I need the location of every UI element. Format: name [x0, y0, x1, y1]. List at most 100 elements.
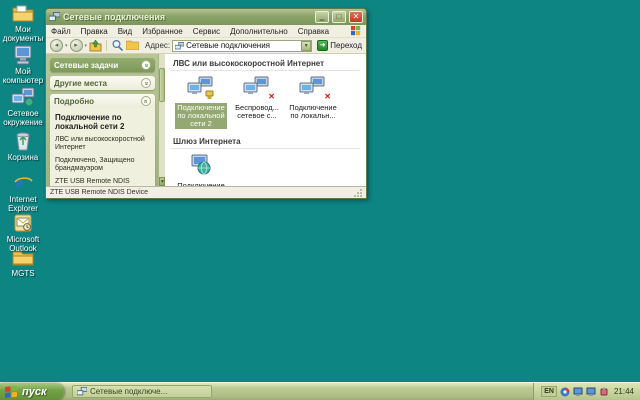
task-sidebar: Сетевые задачи Другие места Подробно Под…	[46, 54, 158, 186]
other-places-title: Другие места	[54, 79, 107, 88]
desktop-icon-label: Корзина	[0, 153, 46, 162]
windows-logo-icon	[351, 26, 361, 36]
desktop-icon-my-computer[interactable]: Мой компьютер	[0, 44, 46, 85]
connection-label: Подключение к Интернету	[175, 181, 227, 186]
desktop-icon-label: Мой компьютер	[0, 67, 46, 85]
menu-file[interactable]: Файл	[51, 27, 71, 36]
window-titlebar[interactable]: Сетевые подключения	[46, 9, 366, 25]
search-icon	[111, 39, 124, 52]
address-dropdown-button[interactable]	[301, 41, 311, 51]
desktop-icon-network-places[interactable]: Сетевое окружение	[0, 86, 46, 127]
my-computer-icon	[11, 44, 35, 66]
minimize-button[interactable]	[315, 11, 329, 23]
my-documents-icon	[11, 2, 35, 24]
gateway-items-row: Подключение к Интернету	[171, 149, 360, 186]
panel-other-places: Другие места	[50, 76, 155, 90]
desktop-icon-internet-explorer[interactable]: e Internet Explorer	[0, 172, 46, 213]
address-bar[interactable]: Сетевые подключения	[172, 40, 312, 52]
window-icon	[49, 12, 60, 22]
details-body: Подключение по локальной сети 2 ЛВС или …	[50, 108, 155, 186]
status-bar: ZTE USB Remote NDIS Device	[46, 186, 366, 198]
chevron-down-icon[interactable]	[141, 78, 151, 88]
sidebar-scrollbar[interactable]	[158, 54, 165, 186]
address-value: Сетевые подключения	[186, 41, 299, 50]
menu-tools[interactable]: Сервис	[193, 27, 220, 36]
system-tray: EN 21:44	[533, 383, 640, 400]
forward-dropdown-icon[interactable]: ▾	[85, 43, 88, 49]
lan-items-row: Подключение по локальной сети 2 Беспрово…	[171, 71, 360, 135]
disconnected-x-icon	[268, 93, 275, 101]
back-dropdown-icon[interactable]: ▾	[65, 43, 68, 49]
close-button[interactable]	[349, 11, 363, 23]
connection-wireless[interactable]: Беспровод... сетевое с...	[231, 75, 283, 129]
menu-favorites[interactable]: Избранное	[142, 27, 183, 36]
connection-lan-2[interactable]: Подключение по локальной сети 2	[175, 75, 227, 129]
connection-lan-disconnected[interactable]: Подключение по локальн...	[287, 75, 339, 129]
forward-button[interactable]	[70, 39, 83, 52]
wireless-connection-icon	[231, 75, 283, 101]
recycle-bin-icon	[11, 130, 35, 152]
search-button[interactable]	[111, 39, 124, 52]
desktop-icon-recycle-bin[interactable]: Корзина	[0, 130, 46, 162]
tray-network-icon[interactable]	[573, 387, 583, 397]
network-tasks-title: Сетевые задачи	[54, 61, 118, 70]
taskbar-item-network-connections[interactable]: Сетевые подключе...	[72, 385, 212, 398]
address-label: Адрес:	[145, 41, 170, 50]
internet-gateway-icon	[175, 153, 227, 179]
details-heading: Подключение по локальной сети 2	[55, 113, 150, 131]
task-label: Сетевые подключе...	[90, 387, 167, 396]
network-connections-window: Сетевые подключения Файл Правка Вид Избр…	[45, 8, 367, 199]
start-label: пуск	[22, 386, 47, 398]
internet-explorer-icon: e	[11, 172, 35, 194]
folders-button[interactable]	[126, 39, 139, 52]
panel-details: Подробно Подключение по локальной сети 2…	[50, 94, 155, 186]
section-gateway-title: Шлюз Интернета	[171, 135, 360, 149]
microsoft-outlook-icon	[11, 212, 35, 234]
details-header[interactable]: Подробно	[50, 94, 155, 108]
desktop-icon-my-documents[interactable]: Мои документы	[0, 2, 46, 43]
tray-device-icon[interactable]	[599, 387, 609, 397]
chevron-down-icon[interactable]	[141, 60, 151, 70]
up-folder-icon	[89, 39, 102, 52]
taskbar-clock[interactable]: 21:44	[614, 387, 634, 396]
details-line: ЛВС или высокоскоростной Интернет	[55, 136, 150, 152]
other-places-header[interactable]: Другие места	[50, 76, 155, 90]
menu-bar: Файл Правка Вид Избранное Сервис Дополни…	[46, 25, 366, 38]
maximize-button[interactable]	[332, 11, 346, 23]
language-indicator[interactable]: EN	[541, 386, 557, 397]
menu-advanced[interactable]: Дополнительно	[230, 27, 288, 36]
tray-network-icon-2[interactable]	[586, 387, 596, 397]
back-button[interactable]	[50, 39, 63, 52]
desktop-icon-label: Мои документы	[0, 25, 46, 43]
connection-internet-gateway[interactable]: Подключение к Интернету	[175, 153, 227, 186]
desktop-icon-mgts-folder[interactable]: MGTS	[0, 246, 46, 278]
network-places-icon	[11, 86, 35, 108]
toolbar-separator	[106, 40, 107, 51]
tray-update-icon[interactable]	[560, 387, 570, 397]
window-body: Сетевые задачи Другие места Подробно Под…	[46, 54, 366, 186]
menu-view[interactable]: Вид	[118, 27, 132, 36]
details-line: ZTE USB Remote NDIS Device	[55, 178, 150, 186]
windows-flag-icon	[5, 386, 18, 398]
lan-connection-icon	[175, 75, 227, 101]
taskbar: пуск Сетевые подключе... EN 21:44	[0, 382, 640, 400]
go-button[interactable]: Переход	[317, 40, 362, 51]
go-arrow-icon	[317, 40, 328, 51]
folders-icon	[126, 39, 139, 50]
status-text: ZTE USB Remote NDIS Device	[50, 189, 148, 196]
details-title: Подробно	[54, 97, 94, 106]
section-lan-title: ЛВС или высокоскоростной Интернет	[171, 57, 360, 71]
panel-network-tasks: Сетевые задачи	[50, 58, 155, 72]
start-button[interactable]: пуск	[0, 383, 64, 400]
go-label: Переход	[330, 41, 362, 50]
up-button[interactable]	[89, 39, 102, 52]
desktop-icon-label: Сетевое окружение	[0, 109, 46, 127]
network-tasks-header[interactable]: Сетевые задачи	[50, 58, 155, 72]
chevron-up-icon[interactable]	[141, 96, 151, 106]
menu-help[interactable]: Справка	[298, 27, 329, 36]
lan-disconnected-icon	[287, 75, 339, 101]
window-title: Сетевые подключения	[63, 12, 312, 22]
desktop-icon-label: Internet Explorer	[0, 195, 46, 213]
resize-grip[interactable]	[353, 188, 362, 197]
menu-edit[interactable]: Правка	[81, 27, 108, 36]
